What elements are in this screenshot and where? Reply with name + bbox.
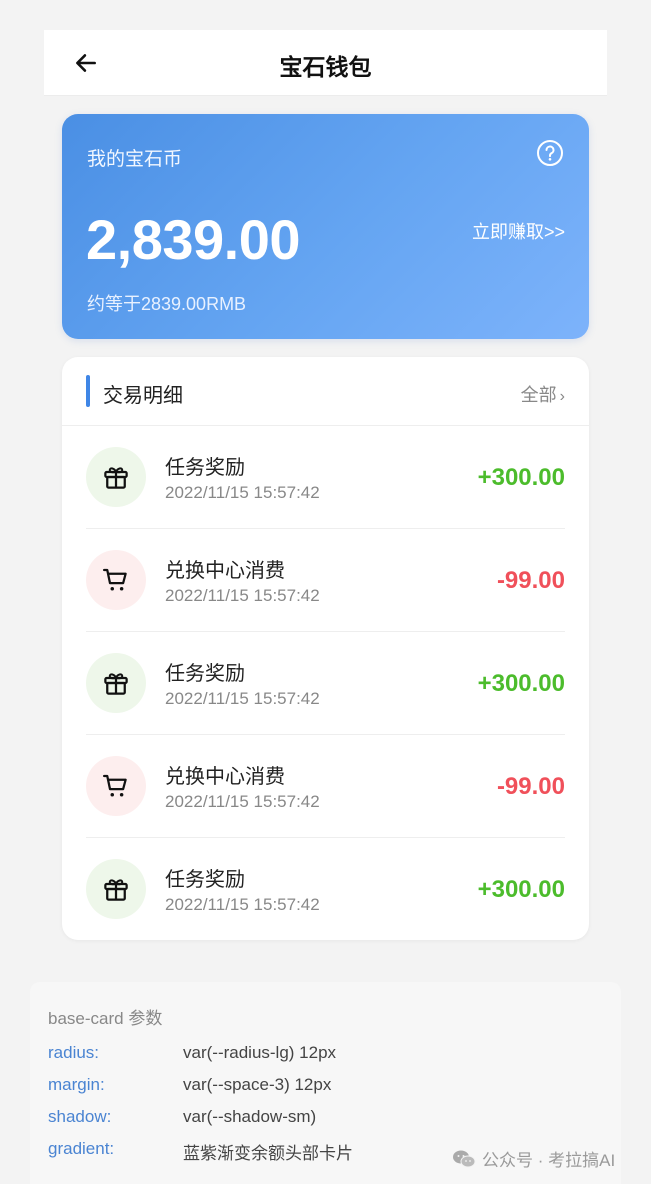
- cart-icon: [103, 568, 127, 591]
- balance-amount: 2,839.00: [86, 208, 300, 271]
- view-all-link[interactable]: 全部 ›: [521, 381, 565, 407]
- balance-label: 我的宝石币: [87, 149, 183, 170]
- gift-icon: [104, 467, 128, 489]
- help-button[interactable]: [536, 139, 564, 167]
- transaction-time: 2022/11/15 15:57:42: [165, 792, 320, 811]
- gift-icon: [104, 673, 128, 695]
- param-key: margin:: [48, 1075, 105, 1094]
- balance-card: 我的宝石币 2,839.00 立即赚取>> 约等于2839.00RMB: [62, 114, 589, 339]
- top-navbar: 宝石钱包: [44, 30, 607, 96]
- param-value: var(--space-3) 12px: [183, 1075, 332, 1094]
- balance-approx-rmb: 约等于2839.00RMB: [87, 294, 247, 314]
- transaction-name: 任务奖励: [165, 663, 245, 685]
- transaction-name: 兑换中心消费: [165, 560, 285, 582]
- transaction-amount: +300.00: [477, 670, 565, 697]
- param-key: radius:: [48, 1043, 100, 1062]
- params-title: base-card 参数: [48, 1009, 163, 1028]
- gift-icon: [104, 879, 128, 901]
- chevron-right-icon: ›: [559, 388, 565, 405]
- param-value: var(--radius-lg) 12px: [183, 1043, 337, 1062]
- earn-now-link[interactable]: 立即赚取>>: [472, 218, 565, 244]
- transaction-time: 2022/11/15 15:57:42: [165, 895, 320, 914]
- param-key: shadow:: [48, 1107, 112, 1126]
- transaction-amount: -99.00: [496, 567, 565, 594]
- param-key: gradient:: [48, 1139, 115, 1158]
- transaction-amount: +300.00: [477, 876, 565, 903]
- transaction-name: 任务奖励: [165, 869, 245, 891]
- cart-icon: [103, 774, 127, 797]
- transaction-icon-badge: [86, 756, 146, 816]
- transactions-card: 交易明细 全部 › 任务奖励 2022/11/15 15:57:42 +300.00 兑…: [62, 357, 589, 940]
- transaction-amount: +300.00: [477, 464, 565, 491]
- transaction-amount: -99.00: [496, 773, 565, 800]
- page-title: 宝石钱包: [279, 54, 372, 80]
- transaction-row[interactable]: 任务奖励 2022/11/15 15:57:42 +300.00: [86, 838, 565, 941]
- transaction-time: 2022/11/15 15:57:42: [165, 689, 320, 708]
- section-accent-bar: [86, 375, 90, 407]
- transaction-row[interactable]: 任务奖励 2022/11/15 15:57:42 +300.00: [86, 426, 565, 529]
- wechat-icon: [453, 1150, 476, 1167]
- transaction-name: 任务奖励: [165, 457, 245, 479]
- transactions-header: 交易明细 全部 ›: [62, 357, 589, 426]
- param-value: 蓝紫渐变余额头部卡片: [183, 1144, 353, 1163]
- watermark: 公众号 · 考拉搞AI: [452, 1146, 615, 1171]
- question-circle-icon: [537, 140, 563, 166]
- transactions-title: 交易明细: [103, 385, 183, 407]
- transaction-icon-badge: [86, 653, 146, 713]
- transaction-row[interactable]: 任务奖励 2022/11/15 15:57:42 +300.00: [86, 632, 565, 735]
- transaction-time: 2022/11/15 15:57:42: [165, 586, 320, 605]
- watermark-text: 公众号 · 考拉搞AI: [482, 1151, 616, 1170]
- transaction-time: 2022/11/15 15:57:42: [165, 483, 320, 502]
- transactions-list: 任务奖励 2022/11/15 15:57:42 +300.00 兑换中心消费 2022…: [62, 426, 589, 941]
- transaction-icon-badge: [86, 550, 146, 610]
- transaction-row[interactable]: 兑换中心消费 2022/11/15 15:57:42 -99.00: [86, 529, 565, 632]
- view-all-label: 全部: [520, 385, 557, 405]
- transaction-row[interactable]: 兑换中心消费 2022/11/15 15:57:42 -99.00: [86, 735, 565, 838]
- transaction-icon-badge: [86, 859, 146, 919]
- param-value: var(--shadow-sm): [183, 1107, 317, 1126]
- transaction-icon-badge: [86, 447, 146, 507]
- transaction-name: 兑换中心消费: [165, 766, 285, 788]
